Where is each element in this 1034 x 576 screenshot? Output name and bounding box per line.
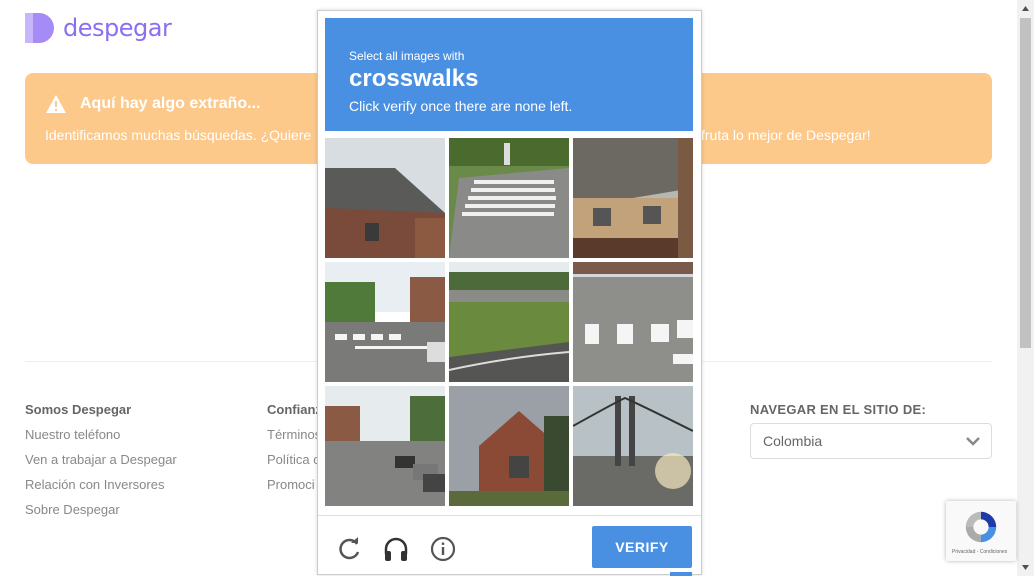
footer-link-inversores[interactable]: Relación con Inversores [25, 477, 164, 492]
underlying-blue-element [670, 572, 692, 576]
captcha-tile-9[interactable] [573, 386, 693, 506]
captcha-tile-2[interactable] [449, 138, 569, 258]
chevron-down-icon [966, 437, 980, 446]
info-icon[interactable] [430, 536, 456, 562]
despegar-logo-icon [25, 13, 54, 43]
page-scrollbar[interactable] [1017, 0, 1034, 576]
footer-link-politica[interactable]: Política c [267, 452, 320, 467]
captcha-tile-3[interactable] [573, 138, 693, 258]
recaptcha-badge[interactable]: Privacidad - Condiciones [946, 501, 1016, 561]
captcha-tile-1[interactable] [325, 138, 445, 258]
recaptcha-logo-icon [965, 511, 997, 543]
captcha-image-grid [325, 138, 693, 506]
captcha-challenge: Select all images with crosswalks Click … [317, 10, 702, 575]
footer-link-trabajar[interactable]: Ven a trabajar a Despegar [25, 452, 177, 467]
bridge-image [573, 386, 693, 506]
scroll-thumb[interactable] [1020, 18, 1031, 348]
townhouses-image [573, 138, 693, 258]
scroll-up-arrow-icon[interactable] [1021, 4, 1030, 13]
reload-icon[interactable] [336, 536, 362, 562]
scroll-down-arrow-icon[interactable] [1021, 563, 1030, 572]
footer-link-promociones[interactable]: Promoci [267, 477, 315, 492]
street-cars-image [325, 386, 445, 506]
country-select[interactable]: Colombia [750, 423, 992, 459]
captcha-target: crosswalks [349, 65, 479, 92]
captcha-footer: VERIFY [318, 515, 701, 575]
banner-title: Aquí hay algo extraño... [80, 95, 261, 112]
country-selected-value: Colombia [763, 433, 823, 449]
headphones-icon[interactable] [383, 536, 409, 562]
nav-site-title: NAVEGAR EN EL SITIO DE: [750, 402, 927, 417]
house-roof-image [325, 138, 445, 258]
captcha-header: Select all images with crosswalks Click … [325, 18, 693, 131]
brick-house-image [449, 386, 569, 506]
banner-text: Identificamos muchas búsquedas. ¿Quiere [45, 127, 312, 143]
street-crosswalk-image [325, 262, 445, 382]
footer-link-terminos[interactable]: Términos [267, 427, 321, 442]
crosswalk-road-image [573, 262, 693, 382]
verify-button[interactable]: VERIFY [592, 526, 692, 568]
captcha-tile-4[interactable] [325, 262, 445, 382]
road-grass-image [449, 262, 569, 382]
recaptcha-privacy-terms[interactable]: Privacidad - Condiciones [952, 549, 1007, 555]
footer-link-telefono[interactable]: Nuestro teléfono [25, 427, 120, 442]
warning-icon [46, 95, 66, 113]
captcha-tile-6[interactable] [573, 262, 693, 382]
footer-link-sobre[interactable]: Sobre Despegar [25, 502, 120, 517]
footer-col-title-confianza: Confianz [267, 402, 322, 417]
captcha-subtext: Click verify once there are none left. [349, 98, 573, 114]
footer-col-title-somos: Somos Despegar [25, 402, 132, 417]
crosswalk-street-image [449, 138, 569, 258]
captcha-instruction: Select all images with [349, 49, 465, 63]
brand-name: despegar [63, 14, 172, 42]
banner-text-continued: fruta lo mejor de Despegar! [701, 127, 871, 143]
captcha-tile-5[interactable] [449, 262, 569, 382]
despegar-logo[interactable]: despegar [25, 11, 172, 45]
captcha-tile-7[interactable] [325, 386, 445, 506]
captcha-tile-8[interactable] [449, 386, 569, 506]
